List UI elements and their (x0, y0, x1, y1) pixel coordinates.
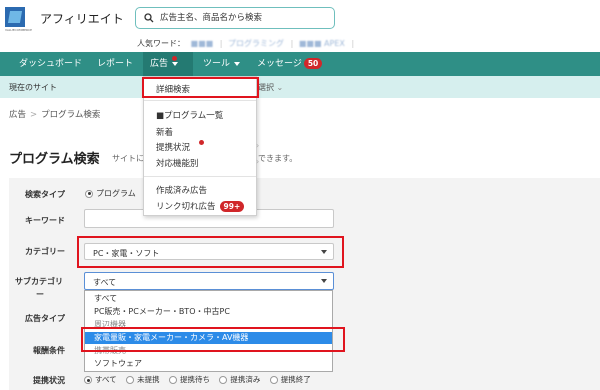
radio-icon (85, 189, 93, 198)
ad-type-label: 広告タイプ (25, 314, 65, 323)
chevron-down-icon (321, 279, 327, 283)
radio-label: 提携済み (230, 375, 261, 384)
subcategory-option[interactable]: すべて (85, 293, 332, 305)
page-title: プログラム検索 (9, 152, 100, 167)
menu-divider (144, 100, 256, 101)
broken-link-count-badge: 99+ (219, 201, 245, 212)
nav-tools[interactable]: ツール (203, 52, 241, 76)
search-box[interactable] (135, 7, 335, 29)
subcategory-option[interactable]: ソフトウェア (85, 358, 332, 370)
status-radio[interactable]: 未提携 (126, 375, 160, 384)
nav-label: レポート (97, 59, 134, 69)
menu-item-program-list[interactable]: ■プログラム一覧 (156, 109, 223, 121)
nav-report[interactable]: レポート (97, 52, 133, 76)
menu-item-by-feature[interactable]: 対応機能別 › (156, 157, 259, 169)
search-input[interactable] (160, 11, 330, 25)
notification-dot (199, 140, 204, 145)
nav-label: 広告 (150, 59, 169, 69)
nav-label: ダッシュボード (19, 59, 83, 69)
page-description: サイトに (112, 154, 144, 163)
menu-item-created-ads[interactable]: 作成済み広告 (156, 184, 207, 196)
header: VALUECOMMERCE アフィリエイト 人気ワード： ■■■ | プログラミ… (0, 0, 600, 52)
radio-label: すべて (95, 375, 117, 384)
current-site-label: 現在のサイト (9, 83, 57, 92)
nav-label: メッセージ (257, 59, 302, 69)
chevron-down-icon (172, 61, 179, 66)
message-count-badge: 50 (303, 58, 323, 69)
search-type-label: 検索タイプ (25, 190, 65, 199)
logo-tagline: VALUECOMMERCE (5, 28, 32, 32)
menu-item-broken-links[interactable]: リンク切れ広告 99+ (156, 200, 245, 212)
subcategory-label: サブカテゴリ (15, 277, 63, 286)
notification-dot (172, 56, 177, 61)
page-description-end: できます。 (258, 154, 298, 163)
highlight-box (77, 236, 344, 268)
reward-label: 報酬条件 (33, 346, 65, 355)
nav-dashboard[interactable]: ダッシュボード (19, 52, 82, 76)
highlight-box (81, 327, 345, 352)
radio-icon (269, 376, 278, 384)
radio-icon (126, 376, 135, 384)
chevron-right-icon: › (256, 141, 260, 150)
subcategory-select[interactable]: すべて (84, 272, 334, 290)
site-bar: 現在のサイト 選択 ⌄ (0, 76, 600, 98)
menu-item-label: 対応機能別 (156, 159, 199, 169)
chevron-right-icon: › (256, 157, 260, 166)
status-label: 提携状況 (33, 376, 65, 385)
menu-item-label: リンク切れ広告 (156, 202, 216, 212)
main-nav: ダッシュボード レポート 広告 ツール メッセージ 50 (0, 52, 600, 76)
popular-word[interactable]: プログラミング (228, 38, 284, 49)
site-select-label: 選択 (258, 83, 274, 92)
status-radio[interactable]: 提携済み (219, 375, 260, 384)
radio-label: 提携待ち (179, 375, 210, 384)
site-select[interactable]: 選択 ⌄ (258, 82, 283, 93)
subcategory-option[interactable]: PC販売・PCメーカー・BTO・中古PC (85, 306, 332, 318)
chevron-down-icon (234, 61, 241, 66)
chevron-down-icon: ⌄ (276, 83, 284, 92)
search-type-radio[interactable]: プログラム (85, 188, 136, 199)
divider: | (351, 39, 355, 48)
radio-icon (219, 376, 228, 384)
category-label: カテゴリー (25, 247, 65, 256)
breadcrumb-current: プログラム検索 (41, 110, 101, 120)
radio-label: 未提携 (137, 375, 160, 384)
radio-icon (84, 376, 92, 384)
logo[interactable]: VALUECOMMERCE (5, 7, 35, 33)
nav-label: ツール (203, 59, 231, 69)
menu-item-partnership-status[interactable]: 提携状況 › (156, 140, 259, 153)
nav-ads[interactable]: 広告 (143, 52, 193, 76)
popular-word[interactable]: ■■■ (191, 39, 214, 48)
status-radio[interactable]: すべて (84, 375, 117, 384)
menu-item-label: 提携状況 (156, 143, 191, 153)
popular-words: 人気ワード： ■■■ | プログラミング | ■■■ APEX | (137, 38, 354, 49)
divider: | (219, 39, 223, 48)
divider: | (290, 39, 294, 48)
menu-item-new[interactable]: 新着 (156, 126, 173, 138)
status-radio-group: すべて 未提携 提携待ち 提携済み 提携終了 (84, 374, 318, 385)
radio-label: 提携終了 (280, 375, 311, 384)
status-radio[interactable]: 提携終了 (269, 375, 311, 384)
search-icon (144, 13, 154, 23)
status-radio[interactable]: 提携待ち (168, 375, 210, 384)
logo-mark (5, 7, 25, 27)
highlight-box (142, 77, 259, 98)
radio-label: プログラム (96, 189, 136, 198)
breadcrumb-root[interactable]: 広告 (9, 110, 26, 120)
popular-label: 人気ワード： (137, 39, 185, 48)
subcategory-value: すべて (93, 278, 117, 287)
keyword-label: キーワード (25, 216, 65, 225)
subcategory-label-cont: ー (36, 290, 44, 299)
app-title: アフィリエイト (40, 12, 124, 26)
breadcrumb-separator: > (30, 110, 38, 120)
menu-divider (144, 176, 256, 177)
breadcrumb: 広告 > プログラム検索 (9, 108, 100, 120)
radio-icon (168, 376, 177, 384)
popular-word[interactable]: ■■■ APEX (299, 39, 345, 48)
nav-messages[interactable]: メッセージ 50 (257, 52, 323, 76)
